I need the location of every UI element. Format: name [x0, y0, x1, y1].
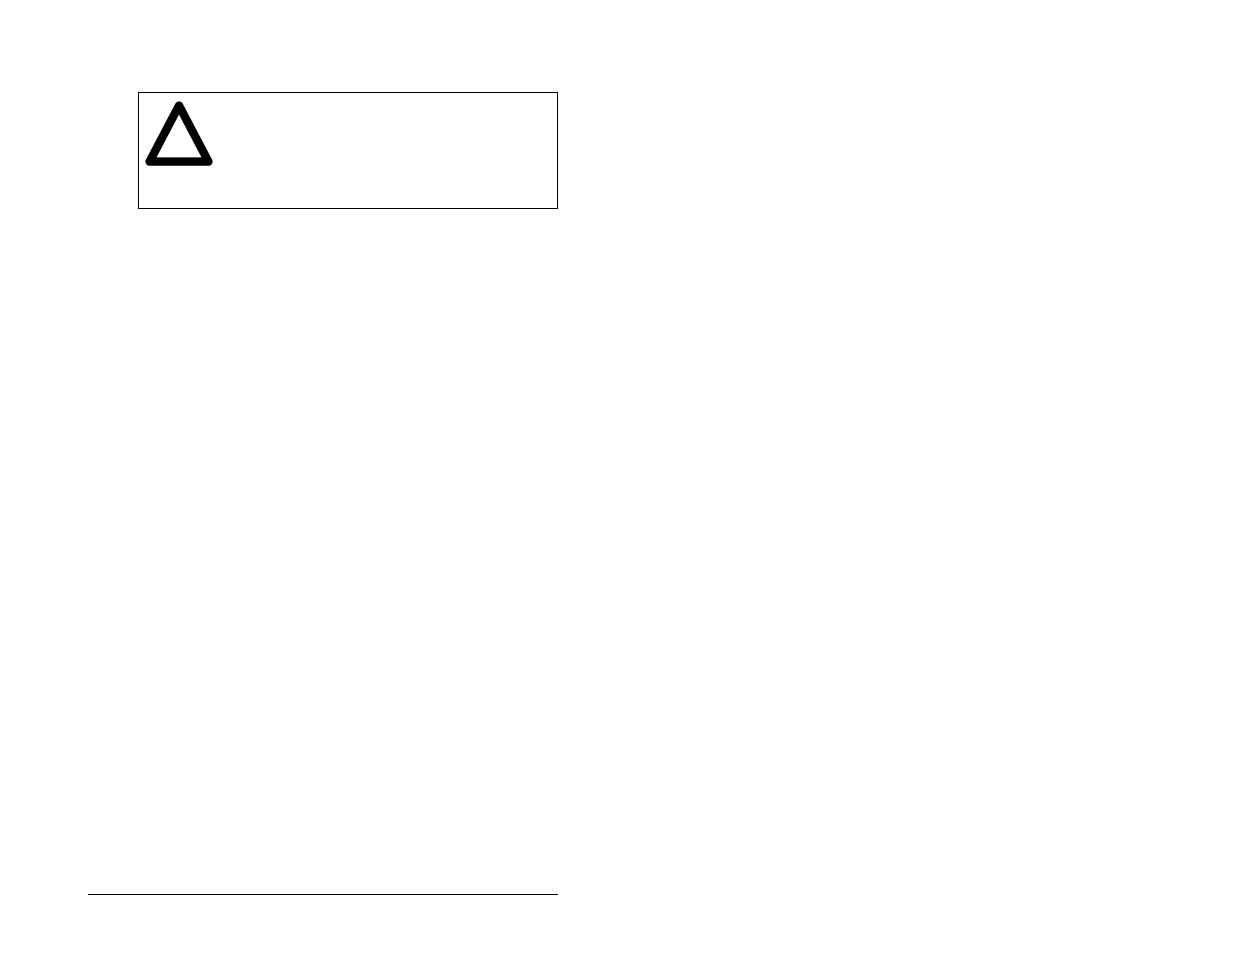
horizontal-rule [88, 894, 558, 895]
triangle-icon [144, 100, 214, 170]
